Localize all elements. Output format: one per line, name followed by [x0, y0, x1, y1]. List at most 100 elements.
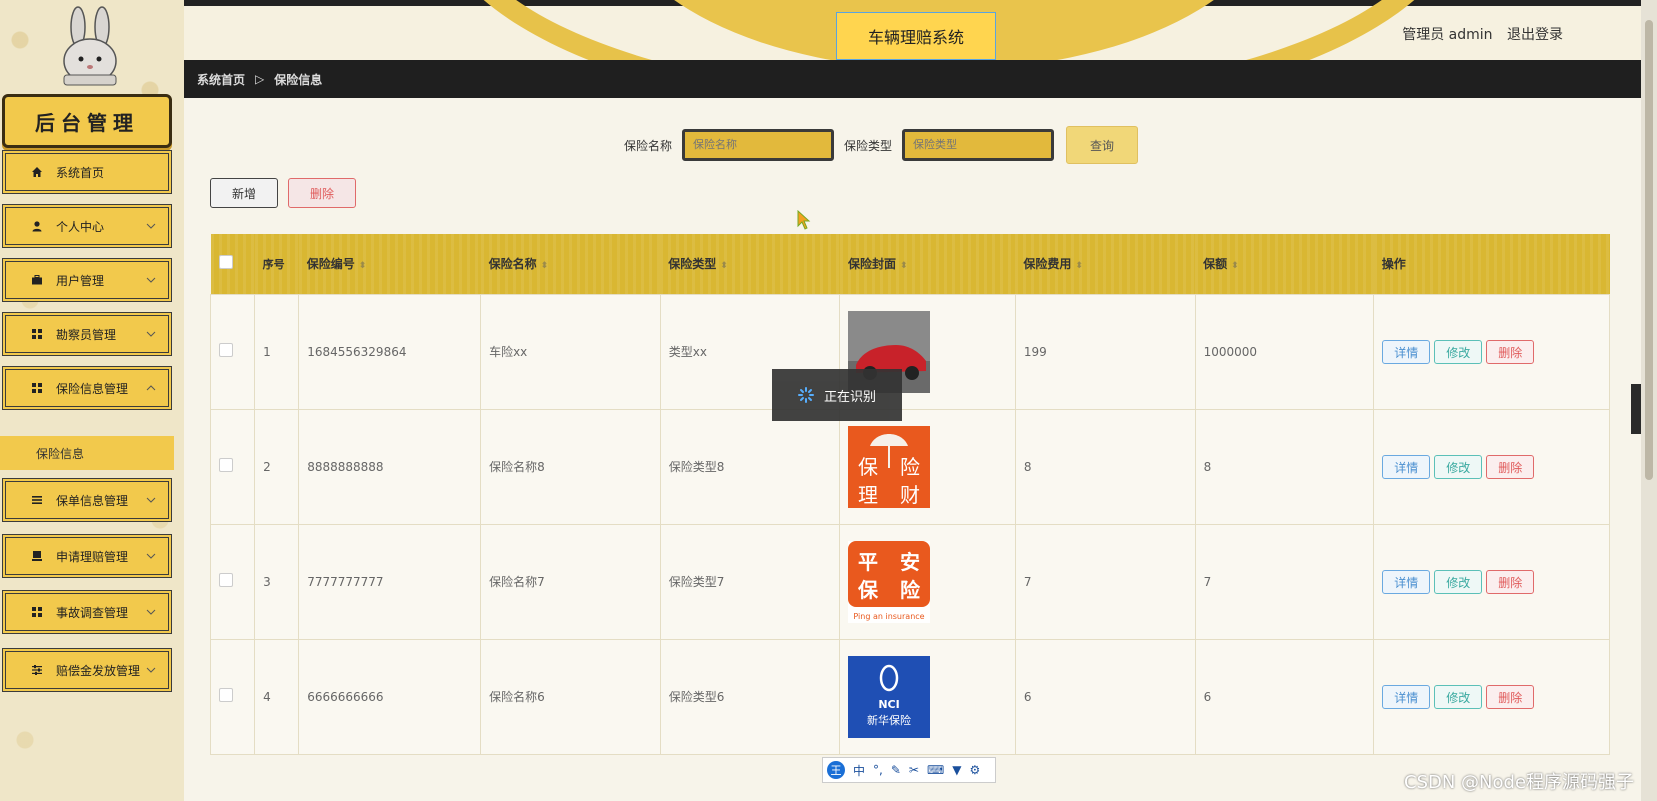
- sidebar-subitem-insurance-info[interactable]: 保险信息: [0, 436, 174, 470]
- ime-toolbar[interactable]: 王 中 °, ✎ ✂ ⌨ ▼ ⚙: [822, 757, 996, 783]
- sort-icon[interactable]: ⬍: [359, 261, 367, 271]
- cell-name: 保险名称7: [480, 523, 661, 640]
- detail-button[interactable]: 详情: [1382, 684, 1431, 709]
- row-checkbox[interactable]: [219, 458, 233, 472]
- insurance-name-label: 保险名称: [624, 138, 673, 153]
- edit-button[interactable]: 修改: [1434, 684, 1483, 709]
- sidebar-item-claim-management[interactable]: 申请理赔管理: [2, 534, 172, 578]
- logout-link[interactable]: 退出登录: [1507, 27, 1563, 43]
- mouse-cursor-icon: [797, 210, 811, 230]
- insurance-table: 序号 保险编号 ⬍ 保险名称 ⬍ 保险类型 ⬍ 保险封面 ⬍ 保险费用 ⬍ 保额 ⬍ 操作 …: [209, 234, 1610, 755]
- sort-icon[interactable]: ⬍: [720, 261, 728, 271]
- delete-button[interactable]: 删除: [1486, 339, 1535, 364]
- sidebar-item-personal-center[interactable]: 个人中心: [2, 204, 172, 248]
- delete-button[interactable]: 删除: [1486, 684, 1535, 709]
- skin-icon[interactable]: ▼: [952, 763, 961, 777]
- sidebar-item-policy-management[interactable]: 保单信息管理: [2, 478, 172, 522]
- sort-icon[interactable]: ⬍: [900, 261, 908, 271]
- gear-icon[interactable]: ⚙: [970, 763, 981, 777]
- ime-punctuation[interactable]: °,: [873, 763, 883, 777]
- cell-ops: 详情 修改 删除: [1373, 523, 1610, 640]
- detail-button[interactable]: 详情: [1382, 454, 1431, 479]
- edit-button[interactable]: 修改: [1434, 454, 1483, 479]
- cover-char: 险: [900, 578, 921, 602]
- row-select[interactable]: [209, 523, 256, 640]
- detail-button[interactable]: 详情: [1382, 569, 1431, 594]
- row-checkbox[interactable]: [219, 688, 233, 702]
- sidebar-item-surveyor-management[interactable]: 勘察员管理: [2, 312, 172, 356]
- select-all-checkbox[interactable]: [218, 255, 233, 270]
- col-type[interactable]: 保险类型 ⬍: [660, 234, 840, 294]
- batch-delete-button[interactable]: 删除: [288, 178, 356, 208]
- table-row: 2 8888888888 保险名称8 保险类型8 保 险 理 财 8 8 详情 …: [209, 408, 1610, 525]
- pen-icon[interactable]: ✎: [891, 763, 901, 777]
- breadcrumb: 系统首页 ▷ 保险信息: [184, 60, 1641, 98]
- sort-icon[interactable]: ⬍: [1075, 261, 1083, 271]
- col-amount[interactable]: 保额 ⬍: [1195, 234, 1374, 294]
- sidebar-item-accident-investigation[interactable]: 事故调查管理: [2, 590, 172, 634]
- col-name[interactable]: 保险名称 ⬍: [480, 234, 661, 294]
- row-checkbox[interactable]: [219, 343, 233, 357]
- cell-ops: 详情 修改 删除: [1373, 638, 1610, 755]
- row-select[interactable]: [209, 293, 256, 410]
- row-select[interactable]: [209, 408, 256, 525]
- keyboard-icon[interactable]: ⌨: [927, 763, 944, 777]
- select-all-header[interactable]: [210, 234, 255, 294]
- umbrella-cover-image[interactable]: 保 险 理 财: [848, 425, 931, 508]
- cell-amount: 8: [1194, 408, 1375, 525]
- scrollbar-thumb[interactable]: [1645, 20, 1653, 480]
- edit-button[interactable]: 修改: [1434, 569, 1483, 594]
- col-label: 保险编号: [306, 257, 355, 272]
- cell-index: 3: [254, 523, 300, 640]
- insurance-type-input[interactable]: [902, 129, 1055, 161]
- page-scrollbar[interactable]: [1641, 0, 1657, 801]
- cover-char: 险: [900, 455, 920, 479]
- scissors-icon[interactable]: ✂: [909, 763, 919, 777]
- briefcase-icon: [30, 273, 44, 287]
- delete-button[interactable]: 删除: [1486, 569, 1535, 594]
- cell-amount: 7: [1194, 523, 1375, 640]
- ime-logo-icon[interactable]: 王: [827, 761, 845, 779]
- edit-button[interactable]: 修改: [1434, 339, 1483, 364]
- cell-cover: 平 安 保 险 Ping an insurance: [839, 523, 1016, 640]
- col-label: 保险封面: [847, 257, 896, 272]
- cover-char: 安: [900, 550, 920, 574]
- sidebar-item-label: 事故调查管理: [56, 605, 129, 620]
- sidebar-item-label: 系统首页: [56, 165, 105, 180]
- row-select[interactable]: [209, 638, 256, 755]
- cell-index: 4: [254, 638, 300, 755]
- add-button[interactable]: 新增: [210, 178, 278, 208]
- cell-type: 保险类型7: [659, 523, 841, 640]
- insurance-type-label: 保险类型: [844, 138, 893, 153]
- detail-button[interactable]: 详情: [1382, 339, 1431, 364]
- sidebar-item-user-management[interactable]: 用户管理: [2, 258, 172, 302]
- col-fee[interactable]: 保险费用 ⬍: [1015, 234, 1196, 294]
- col-label: 保险类型: [668, 257, 717, 272]
- pingan-cover-image[interactable]: 平 安 保 险 Ping an insurance: [848, 540, 931, 623]
- ime-mode[interactable]: 中: [853, 762, 865, 779]
- cell-fee: 7: [1014, 523, 1196, 640]
- sidebar-item-insurance-info-management[interactable]: 保险信息管理: [2, 366, 172, 410]
- col-code[interactable]: 保险编号 ⬍: [298, 234, 481, 294]
- cover-char: 保: [858, 455, 878, 479]
- cover-char: 理: [858, 483, 878, 507]
- sidebar-item-label: 用户管理: [56, 273, 105, 288]
- csdn-watermark: CSDN @Node程序源码强子: [1404, 772, 1635, 793]
- sidebar-item-home[interactable]: 系统首页: [2, 150, 172, 194]
- insurance-name-input[interactable]: [682, 129, 835, 161]
- sidebar-item-compensation-payout[interactable]: 赔偿金发放管理: [2, 648, 172, 692]
- cell-amount: 1000000: [1194, 293, 1375, 410]
- col-index: 序号: [254, 234, 299, 294]
- nci-cover-image[interactable]: NCI 新华保险: [848, 655, 931, 738]
- sort-icon[interactable]: ⬍: [1231, 261, 1239, 271]
- search-button[interactable]: 查询: [1066, 126, 1139, 164]
- sort-icon[interactable]: ⬍: [541, 261, 549, 271]
- chevron-down-icon: [146, 223, 156, 229]
- col-cover[interactable]: 保险封面 ⬍: [839, 234, 1016, 294]
- row-checkbox[interactable]: [219, 573, 233, 587]
- breadcrumb-home[interactable]: 系统首页: [197, 71, 245, 88]
- delete-button[interactable]: 删除: [1486, 454, 1535, 479]
- table-row: 3 7777777777 保险名称7 保险类型7 平 安 保 险 Ping an…: [209, 523, 1610, 640]
- toast-text: 正在识别: [823, 389, 876, 405]
- current-user: 管理员 admin: [1402, 27, 1493, 43]
